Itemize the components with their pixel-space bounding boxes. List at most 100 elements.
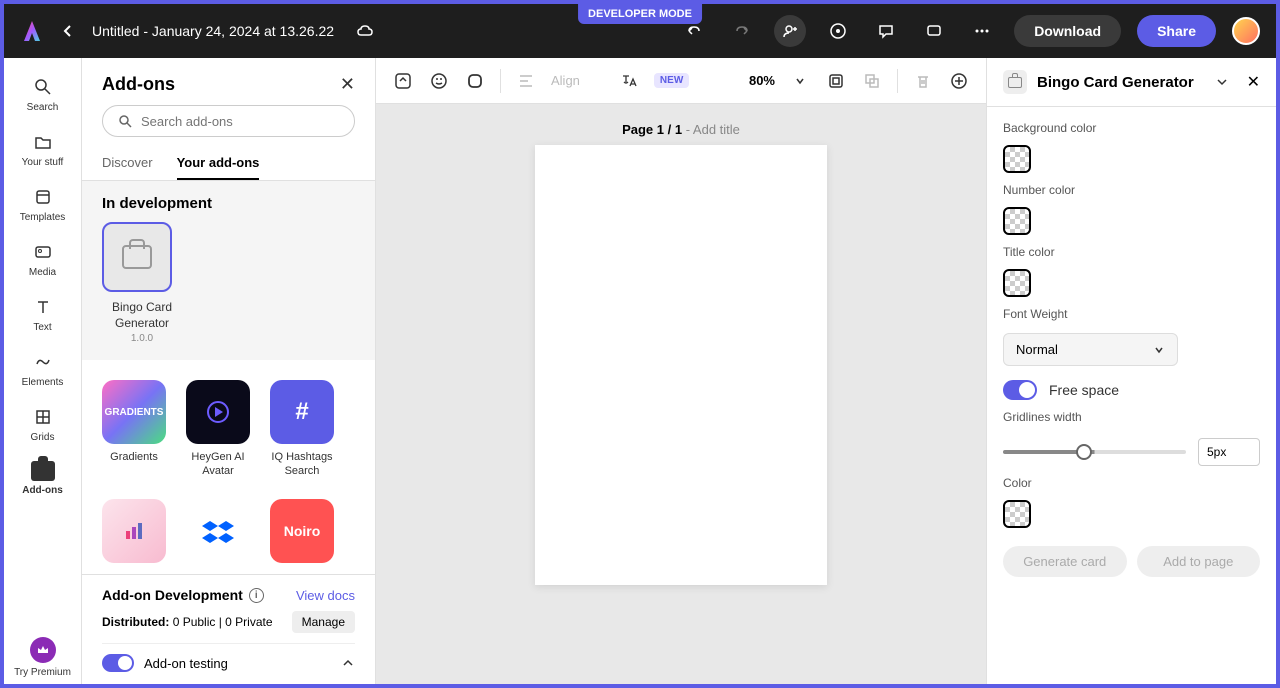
number-color-label: Number color: [1003, 183, 1260, 197]
page-label[interactable]: Page 1 / 1 - Add title: [622, 122, 740, 137]
present-icon[interactable]: [918, 15, 950, 47]
view-docs-link[interactable]: View docs: [296, 588, 355, 603]
cloud-sync-icon[interactable]: [356, 23, 376, 39]
more-icon[interactable]: [966, 15, 998, 47]
addon-label: IQ Hashtags Search: [270, 450, 334, 479]
zoom-level[interactable]: 80%: [749, 73, 775, 88]
font-weight-select[interactable]: Normal: [1003, 333, 1178, 366]
shape-icon[interactable]: [464, 70, 486, 92]
addon-gradients[interactable]: GRADIENTS Gradients: [102, 380, 166, 479]
bg-color-label: Background color: [1003, 121, 1260, 135]
addon-iq-hashtags[interactable]: # IQ Hashtags Search: [270, 380, 334, 479]
info-icon[interactable]: i: [249, 588, 264, 603]
redo-button[interactable]: [726, 15, 758, 47]
search-addons-input[interactable]: [102, 105, 355, 137]
document-title[interactable]: Untitled - January 24, 2024 at 13.26.22: [92, 23, 334, 39]
download-button[interactable]: Download: [1014, 15, 1121, 47]
back-button[interactable]: [60, 23, 76, 39]
gridlines-slider[interactable]: [1003, 450, 1186, 454]
invite-button[interactable]: [774, 15, 806, 47]
page-canvas[interactable]: [535, 145, 827, 585]
pink-thumb: [102, 499, 166, 563]
canvas-viewport[interactable]: Page 1 / 1 - Add title: [376, 104, 986, 684]
gradients-thumb: GRADIENTS: [102, 380, 166, 444]
developer-mode-badge: DEVELOPER MODE: [578, 4, 702, 24]
rail-label: Your stuff: [22, 157, 64, 168]
addon-development-footer: Add-on Developmenti View docs Distribute…: [82, 574, 375, 684]
bg-color-swatch[interactable]: [1003, 145, 1031, 173]
share-button[interactable]: Share: [1137, 15, 1216, 47]
addon-heygen[interactable]: HeyGen AI Avatar: [186, 380, 250, 479]
align-icon: [515, 70, 537, 92]
generate-card-button[interactable]: Generate card: [1003, 546, 1127, 577]
title-color-swatch[interactable]: [1003, 269, 1031, 297]
gridlines-label: Gridlines width: [1003, 410, 1260, 424]
chevron-down-icon: [1153, 344, 1165, 356]
rail-search[interactable]: Search: [4, 70, 81, 119]
addon-testing-label: Add-on testing: [144, 656, 228, 671]
rail-add-ons[interactable]: Add-ons: [4, 455, 81, 502]
effects-icon[interactable]: [428, 70, 450, 92]
slider-thumb[interactable]: [1076, 444, 1092, 460]
gridlines-input[interactable]: [1198, 438, 1260, 466]
addon-testing-toggle[interactable]: [102, 654, 134, 672]
addon-panel: Bingo Card Generator ✕ Background color …: [986, 58, 1276, 684]
heygen-thumb: [186, 380, 250, 444]
layers-icon[interactable]: [825, 70, 847, 92]
in-development-heading: In development: [102, 195, 355, 212]
add-page-icon[interactable]: [948, 70, 970, 92]
minimize-icon[interactable]: [1215, 75, 1229, 89]
new-badge: NEW: [654, 73, 689, 88]
user-avatar[interactable]: [1232, 17, 1260, 45]
add-to-page-button[interactable]: Add to page: [1137, 546, 1261, 577]
color-label: Color: [1003, 476, 1260, 490]
canvas-area: Align NEW 80% Page 1 / 1 - Add title: [376, 58, 986, 684]
rail-label: Search: [27, 102, 59, 113]
collapse-icon[interactable]: [341, 656, 355, 670]
close-addon-icon[interactable]: ✕: [1247, 72, 1260, 92]
search-field[interactable]: [141, 114, 340, 129]
translate-icon[interactable]: [618, 70, 640, 92]
addon-neiro[interactable]: Noiro: [270, 499, 334, 563]
zoom-dropdown-icon[interactable]: [789, 70, 811, 92]
premium-icon: [30, 637, 56, 663]
rail-your-stuff[interactable]: Your stuff: [4, 125, 81, 174]
rail-label: Elements: [22, 377, 64, 388]
addon-panel-icon: [1003, 70, 1027, 94]
comment-icon[interactable]: [870, 15, 902, 47]
rail-label: Add-ons: [22, 485, 63, 496]
addon-item-4[interactable]: [102, 499, 166, 563]
tab-discover[interactable]: Discover: [102, 147, 153, 180]
neiro-thumb: Noiro: [270, 499, 334, 563]
addon-dropbox[interactable]: [186, 499, 250, 563]
gridline-color-swatch[interactable]: [1003, 500, 1031, 528]
addons-panel: Add-ons ✕ Discover Your add-ons In devel…: [82, 58, 376, 684]
tab-your-addons[interactable]: Your add-ons: [177, 147, 260, 180]
rail-label: Templates: [20, 212, 66, 223]
addon-label: Gradients: [110, 450, 158, 464]
help-icon[interactable]: [822, 15, 854, 47]
dev-addon-name: Bingo Card Generator: [102, 300, 182, 331]
rail-label: Media: [29, 267, 56, 278]
rail-text[interactable]: Text: [4, 290, 81, 339]
dev-addon-card[interactable]: [102, 222, 172, 292]
adobe-logo: [20, 19, 44, 43]
left-rail: Search Your stuff Templates Media Text E…: [4, 58, 82, 684]
rail-try-premium[interactable]: Try Premium: [4, 631, 81, 684]
free-space-label: Free space: [1049, 382, 1119, 398]
rail-templates[interactable]: Templates: [4, 180, 81, 229]
rail-label: Try Premium: [14, 667, 71, 678]
free-space-toggle[interactable]: [1003, 380, 1037, 400]
hashtag-thumb: #: [270, 380, 334, 444]
generative-fill-icon[interactable]: [392, 70, 414, 92]
rail-elements[interactable]: Elements: [4, 345, 81, 394]
manage-button[interactable]: Manage: [292, 611, 355, 633]
close-panel-button[interactable]: ✕: [340, 74, 355, 95]
addon-icon: [31, 461, 55, 481]
rail-media[interactable]: Media: [4, 235, 81, 284]
addons-title: Add-ons: [102, 74, 175, 95]
delete-icon: [912, 70, 934, 92]
rail-label: Grids: [31, 432, 55, 443]
rail-grids[interactable]: Grids: [4, 400, 81, 449]
number-color-swatch[interactable]: [1003, 207, 1031, 235]
